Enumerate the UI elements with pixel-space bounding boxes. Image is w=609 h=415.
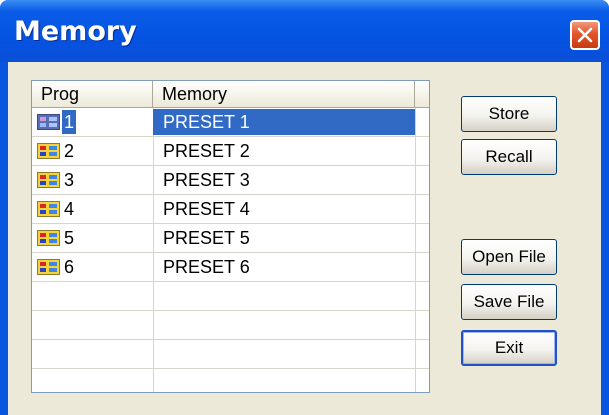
save-file-button[interactable]: Save File [461,284,557,320]
column-header-memory[interactable]: Memory [153,81,415,107]
row-divider [32,310,429,311]
preset-icon [37,143,60,159]
preset-icon [37,201,60,217]
store-button[interactable]: Store [461,96,557,132]
memory-cell: PRESET 3 [163,170,250,190]
prog-cell: 6 [64,257,75,277]
exit-button[interactable]: Exit [461,330,557,366]
memory-cell: PRESET 5 [163,228,250,248]
close-button[interactable] [570,20,600,50]
list-item[interactable]: 2 PRESET 2 [32,137,429,166]
preset-icon [37,114,60,130]
title-bar[interactable]: Memory [0,0,609,62]
recall-button[interactable]: Recall [461,139,557,175]
prog-cell: 5 [64,228,75,248]
column-header-filler [415,81,429,107]
prog-cell: 3 [64,170,75,190]
prog-cell: 1 [62,110,77,134]
list-item[interactable]: 3 PRESET 3 [32,166,429,195]
memory-cell: PRESET 6 [163,257,250,277]
memory-cell: PRESET 4 [163,199,250,219]
prog-cell: 4 [64,199,75,219]
row-divider [32,339,429,340]
memory-cell: PRESET 2 [163,141,250,161]
list-header: Prog Memory [32,81,429,108]
column-header-prog[interactable]: Prog [32,81,153,107]
row-divider [32,368,429,369]
list-item[interactable]: 4 PRESET 4 [32,195,429,224]
list-item[interactable]: 5 PRESET 5 [32,224,429,253]
memory-list[interactable]: Prog Memory 1 PRESET 1 2 PRESET 2 3 PRESET 3 4… [31,80,430,393]
list-item[interactable]: 6 PRESET 6 [32,253,429,282]
close-icon [577,27,593,43]
window-title: Memory [14,16,137,47]
preset-icon [37,259,60,275]
memory-window: Memory Prog Memory 1 PRESET 1 2 PRESET 2 3 PR… [0,0,609,415]
preset-icon [37,172,60,188]
memory-cell: PRESET 1 [163,112,250,132]
preset-icon [37,230,60,246]
prog-cell: 2 [64,141,75,161]
open-file-button[interactable]: Open File [461,239,557,275]
list-item[interactable]: 1 PRESET 1 [32,108,429,137]
